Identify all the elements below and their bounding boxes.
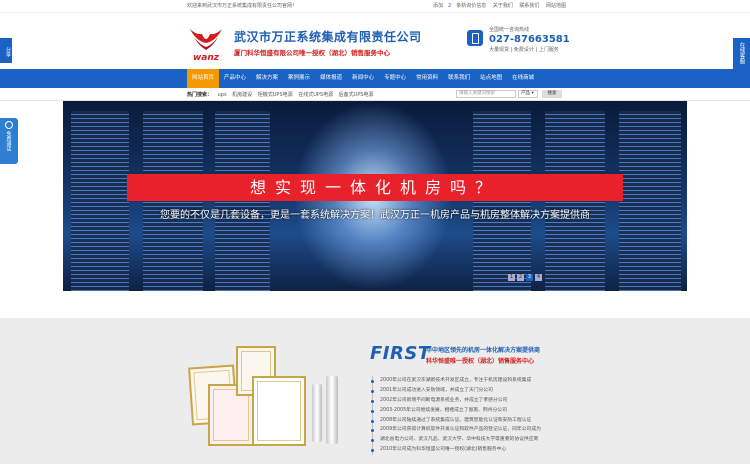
timeline-item: 2000年公司在武汉东湖新技术开发区成立，专注于机房建设和系统集成 bbox=[371, 376, 572, 386]
welcome-text: 欢迎来到武汉市万正系统集成有限责任公司官网！ bbox=[187, 3, 298, 9]
server-rack-image bbox=[473, 111, 531, 291]
server-rack-image bbox=[71, 111, 129, 291]
first-logo: FIRST bbox=[370, 343, 431, 364]
server-rack-image bbox=[545, 111, 605, 291]
timeline-item: 湖北省电力公司、武汉凡品、武汉大学、华中科技大学等重要的协议供应商 bbox=[371, 435, 572, 445]
first-subtitle: 华中地区领先的机房一体化解决方案提供商 科华恒盛唯一授权（湖北）销售服务中心 bbox=[426, 345, 540, 365]
hot-keywords-label: 热门搜索： bbox=[187, 92, 213, 98]
phone-icon bbox=[467, 30, 483, 46]
hero-banner[interactable]: 想实现一体化机房吗？ 您要的不仅是几套设备，更是一套系统解决方案！武汉万正一机房… bbox=[63, 101, 687, 291]
nav-item-home[interactable]: 网站首页 bbox=[187, 69, 220, 88]
timeline-item: 2002年公司新增不间断电源系统业务，并成立了孝感分公司 bbox=[371, 396, 572, 406]
inquiry-count[interactable]: 2 bbox=[448, 3, 451, 9]
server-rack-image bbox=[143, 111, 203, 291]
search-bar: 热门搜索： ups 机房建设 柜機式UPS电源 在线式UPS电源 后备式UPS电… bbox=[0, 88, 750, 101]
search-type-select[interactable]: 产品 ▾ bbox=[518, 90, 538, 98]
main-nav: 网站首页 产品中心 解决方案 案例展示 媒体报道 新闻中心 专题中心 常用资料 … bbox=[0, 69, 750, 88]
nav-item-news[interactable]: 新闻中心 bbox=[347, 69, 379, 88]
company-subtitle: 厦门科华恒盛有限公司唯一授权（湖北）销售服务中心 bbox=[234, 49, 390, 57]
timeline-item: 2009年公司获得计算机软件开发认证和软件产品的登记认证，同年公司成为 bbox=[371, 425, 572, 435]
top-link-about[interactable]: 关于我们 bbox=[493, 3, 513, 9]
keyword-link[interactable]: 后备式UPS电源 bbox=[339, 92, 374, 98]
nav-item-resources[interactable]: 常用资料 bbox=[411, 69, 443, 88]
nav-item-sitemap[interactable]: 站点地图 bbox=[475, 69, 507, 88]
headset-icon bbox=[5, 121, 13, 129]
timeline-item: 2001年公司成功进入安防领域，并成立了天门分公司 bbox=[371, 386, 572, 396]
top-link-inquiry[interactable]: 条新询价信息 bbox=[456, 3, 486, 9]
search-type-value: 产品 bbox=[521, 91, 530, 96]
timeline-item: 2010年公司成为科华恒盛公司唯一授权(湖北)销售服务中心 bbox=[371, 445, 572, 455]
search-button[interactable]: 搜索 bbox=[542, 90, 562, 98]
headline-band: 想实现一体化机房吗？ bbox=[127, 174, 623, 201]
keyword-link[interactable]: 在线式UPS电源 bbox=[298, 92, 333, 98]
slider-dot[interactable]: 2 bbox=[517, 274, 524, 281]
free-call-widget[interactable]: 免费通话 bbox=[0, 118, 18, 164]
hotline-label: 全国统一咨询热线 bbox=[489, 27, 530, 33]
hotline-number[interactable]: 027-87663581 bbox=[489, 34, 570, 45]
company-name: 武汉市万正系统集成有限责任公司 bbox=[234, 30, 422, 44]
trophy-image bbox=[312, 384, 322, 442]
nav-item-contact[interactable]: 联系我们 bbox=[443, 69, 475, 88]
hot-keywords: 热门搜索： ups 机房建设 柜機式UPS电源 在线式UPS电源 后备式UPS电… bbox=[187, 91, 378, 98]
top-link-add[interactable]: 添加 bbox=[433, 3, 443, 9]
chevron-down-icon: ▾ bbox=[531, 91, 534, 96]
timeline-item: 2003-2005年公司继续发展，相继成立了恩施、荆州分公司 bbox=[371, 406, 572, 416]
keyword-link[interactable]: 机房建设 bbox=[232, 92, 252, 98]
hotline-service: 大量现货 | 免费设计 | 上门服务 bbox=[489, 47, 559, 53]
nav-item-media[interactable]: 媒体报道 bbox=[315, 69, 347, 88]
first-line2: 科华恒盛唯一授权（湖北）销售服务中心 bbox=[426, 358, 535, 365]
svg-text:wanz: wanz bbox=[193, 53, 220, 63]
banner-tagline: 您要的不仅是几套设备，更是一套系统解决方案！武汉万正一机房产品与机房整体解决方案… bbox=[160, 210, 590, 221]
first-line1: 华中地区领先的机房一体化解决方案提供商 bbox=[426, 347, 541, 354]
server-rack-image bbox=[619, 111, 681, 291]
nav-item-products[interactable]: 产品中心 bbox=[219, 69, 251, 88]
top-link-sitemap[interactable]: 网站地图 bbox=[546, 3, 566, 9]
company-logo[interactable]: wanz bbox=[186, 23, 226, 63]
server-rack-image bbox=[215, 111, 270, 291]
site-header: wanz 武汉市万正系统集成有限责任公司 厦门科华恒盛有限公司唯一授权（湖北）销… bbox=[0, 13, 750, 69]
slider-dots: 1 2 3 4 bbox=[508, 274, 544, 281]
keyword-link[interactable]: 柜機式UPS电源 bbox=[258, 92, 293, 98]
online-service-label: 在线客服 bbox=[738, 42, 745, 64]
hotline: 全国统一咨询热线 027-87663581 大量现货 | 免费设计 | 上门服务 bbox=[489, 26, 570, 53]
certificate-frame bbox=[252, 376, 306, 446]
logo-graphic: wanz bbox=[190, 29, 222, 63]
online-service-widget[interactable]: 在线客服 bbox=[733, 38, 750, 84]
banner-headline: 想实现一体化机房吗？ bbox=[249, 178, 500, 197]
slider-dot[interactable]: 4 bbox=[535, 274, 542, 281]
history-timeline: 2000年公司在武汉东湖新技术开发区成立，专注于机房建设和系统集成 2001年公… bbox=[371, 376, 572, 456]
slider-dot[interactable]: 1 bbox=[508, 274, 515, 281]
trophy-image bbox=[326, 376, 338, 444]
free-call-label: 免费通话 bbox=[5, 131, 12, 151]
top-link-contact[interactable]: 联系我们 bbox=[519, 3, 539, 9]
nav-item-topics[interactable]: 专题中心 bbox=[379, 69, 411, 88]
top-bar: 欢迎来到武汉市万正系统集成有限责任公司官网！ 添加 2 条新询价信息 关于我们 联系… bbox=[0, 0, 750, 13]
keyword-link[interactable]: ups bbox=[218, 92, 227, 98]
share-button[interactable]: 分享 bbox=[0, 38, 12, 63]
slider-dot-active[interactable]: 3 bbox=[526, 274, 533, 281]
nav-item-cases[interactable]: 案例展示 bbox=[283, 69, 315, 88]
certificates-image bbox=[188, 336, 350, 464]
timeline-item: 2008年公司陆续通过了系统集成认证、建筑智能化认证和安防工程认证 bbox=[371, 416, 572, 426]
nav-item-solutions[interactable]: 解决方案 bbox=[251, 69, 283, 88]
top-links: 添加 2 条新询价信息 关于我们 联系我们 网站地图 bbox=[433, 2, 571, 9]
search-input[interactable]: 请输入关键词搜索 bbox=[456, 90, 516, 98]
nav-item-shop[interactable]: 在线商城 bbox=[507, 69, 539, 88]
company-title: 武汉市万正系统集成有限责任公司 厦门科华恒盛有限公司唯一授权（湖北）销售服务中心 bbox=[234, 28, 422, 57]
